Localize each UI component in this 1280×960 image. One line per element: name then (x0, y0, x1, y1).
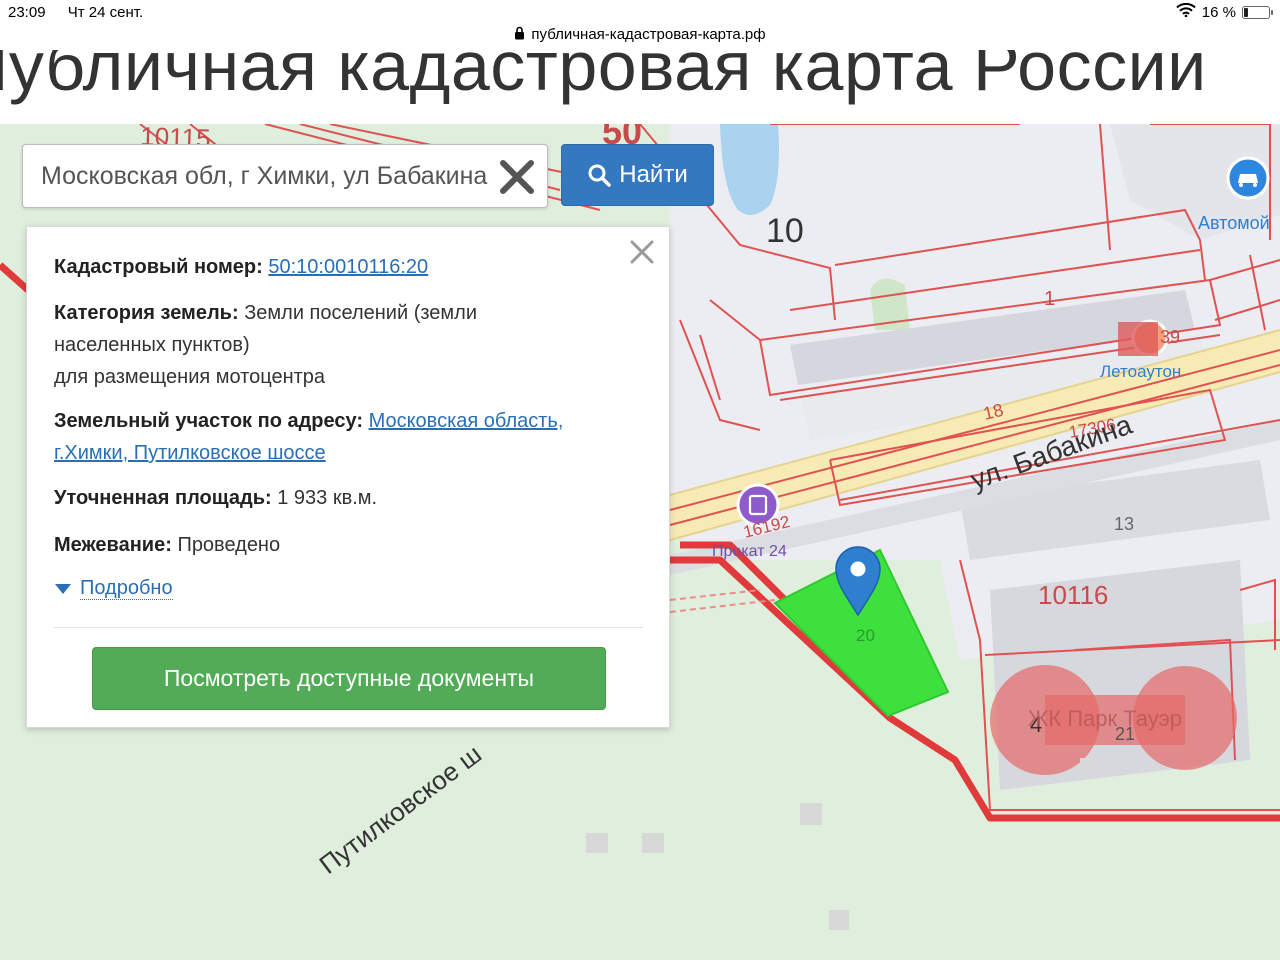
survey-label: Межевание: (54, 534, 172, 556)
map-label-13: 13 (1114, 514, 1134, 534)
land-category-label: Категория земель: (54, 302, 239, 324)
address-link-2[interactable]: г.Химки, Путилковское шоссе (54, 442, 326, 464)
map-label-39: 39 (1160, 327, 1180, 347)
parcel-info-panel: Кадастровый номер: 50:10:0010116:20 Кате… (26, 226, 670, 728)
url-text: публичная-кадастровая-карта.рф (531, 26, 766, 43)
map-label-quarter-10116: 10116 (1038, 580, 1108, 610)
area-row: Уточненная площадь: 1 933 кв.м. (54, 482, 644, 514)
site-header: Публичная кадастровая карта России (0, 50, 1280, 124)
view-documents-button[interactable]: Посмотреть доступные документы (92, 647, 606, 710)
land-category-value-3: для размещения мотоцентра (54, 366, 326, 388)
clear-search-button[interactable] (497, 157, 537, 197)
status-clock: 23:09 Чт 24 сент. (8, 4, 143, 21)
battery-icon (1242, 5, 1273, 19)
clear-icon (500, 160, 534, 194)
address-label: Земельный участок по адресу: (54, 410, 364, 432)
details-label: Подробно (80, 577, 173, 600)
poi-label-park-tower: ЖК Парк Тауэр (1028, 706, 1182, 731)
cadastral-number-row: Кадастровый номер: 50:10:0010116:20 (54, 251, 644, 283)
poi-label-letoauton: Летоаутон (1100, 362, 1181, 381)
status-date: Чт 24 сент. (67, 4, 144, 21)
status-indicators: 16 % (1176, 2, 1273, 21)
details-toggle[interactable]: Подробно (54, 577, 173, 600)
search-box (22, 144, 548, 208)
status-time: 23:09 (8, 4, 46, 21)
land-category-row: Категория земель: Земли поселений (земли… (54, 297, 644, 393)
street-label-putilkovskoe: Путилковское ш (314, 739, 487, 880)
caret-down-icon (55, 583, 71, 594)
area-label: Уточненная площадь: (54, 487, 272, 509)
wifi-icon (1176, 2, 1196, 21)
area-value: 1 933 кв.м. (277, 487, 378, 509)
url-bar[interactable]: публичная-кадастровая-карта.рф (0, 26, 1280, 44)
cadastral-number-link[interactable]: 50:10:0010116:20 (268, 256, 428, 278)
status-bar: 23:09 Чт 24 сент. публичная-кадастровая-… (0, 0, 1280, 50)
land-category-value-1: Земли поселений (земли (244, 302, 478, 324)
cadastral-number-label: Кадастровый номер: (54, 256, 263, 278)
battery-percent: 16 % (1201, 3, 1236, 21)
address-link-1[interactable]: Московская область, (369, 410, 564, 432)
find-button-label: Найти (619, 161, 688, 188)
land-category-value-2: населенных пунктов) (54, 334, 250, 356)
poi-label-prokat: Прокат 24 (712, 543, 787, 560)
map-label-quarter-10: 10 (766, 212, 804, 250)
search-icon (588, 164, 611, 187)
page-title: Публичная кадастровая карта России (0, 50, 1207, 105)
map-label-parcel-20: 20 (856, 626, 875, 645)
search-input[interactable] (41, 145, 491, 207)
poi-label-automoy: Автомой (1198, 213, 1270, 233)
panel-divider (54, 627, 643, 628)
survey-row: Межевание: Проведено (54, 529, 644, 561)
map-label-1: 1 (1044, 288, 1055, 310)
find-button[interactable]: Найти (561, 144, 714, 206)
survey-value: Проведено (177, 534, 281, 556)
address-row: Земельный участок по адресу: Московская … (54, 405, 644, 469)
lock-icon (514, 26, 525, 44)
